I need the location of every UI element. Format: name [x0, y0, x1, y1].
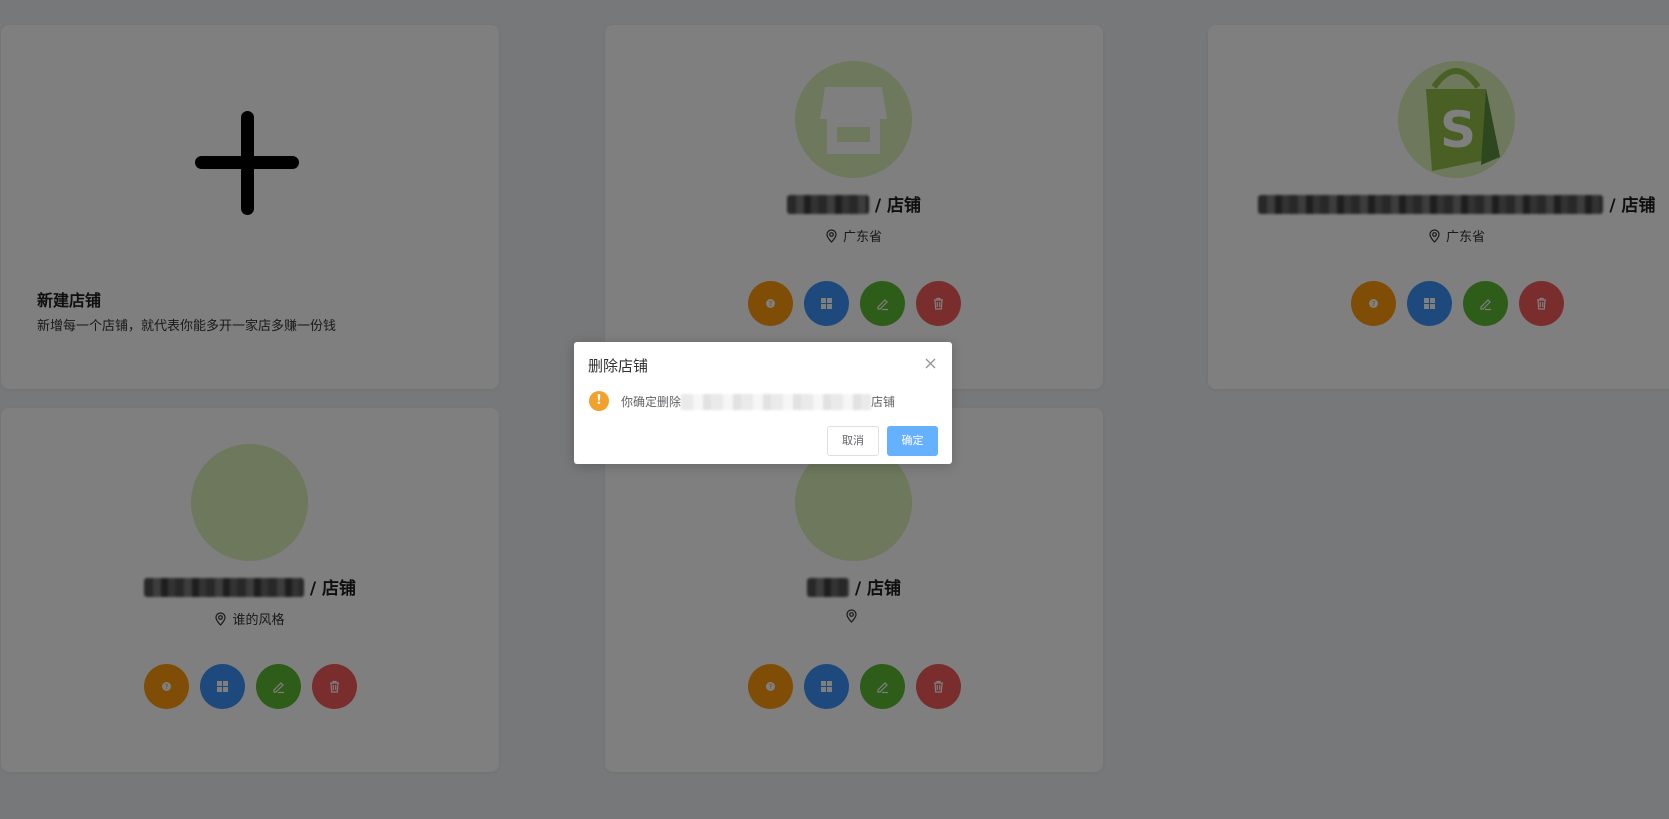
- warning-icon: !: [589, 391, 609, 411]
- confirm-button[interactable]: 确定: [887, 426, 938, 456]
- cancel-button[interactable]: 取消: [827, 426, 879, 456]
- dialog-title: 删除店铺: [588, 357, 649, 375]
- dialog-message: 你确定删除 店铺: [621, 393, 895, 410]
- close-icon[interactable]: [924, 357, 937, 370]
- delete-store-dialog: 删除店铺 ! 你确定删除 店铺 取消 确定: [574, 342, 952, 464]
- dialog-message-prefix: 你确定删除: [621, 395, 682, 409]
- redacted-store-name: [681, 394, 872, 410]
- dialog-message-suffix: 店铺: [871, 395, 896, 409]
